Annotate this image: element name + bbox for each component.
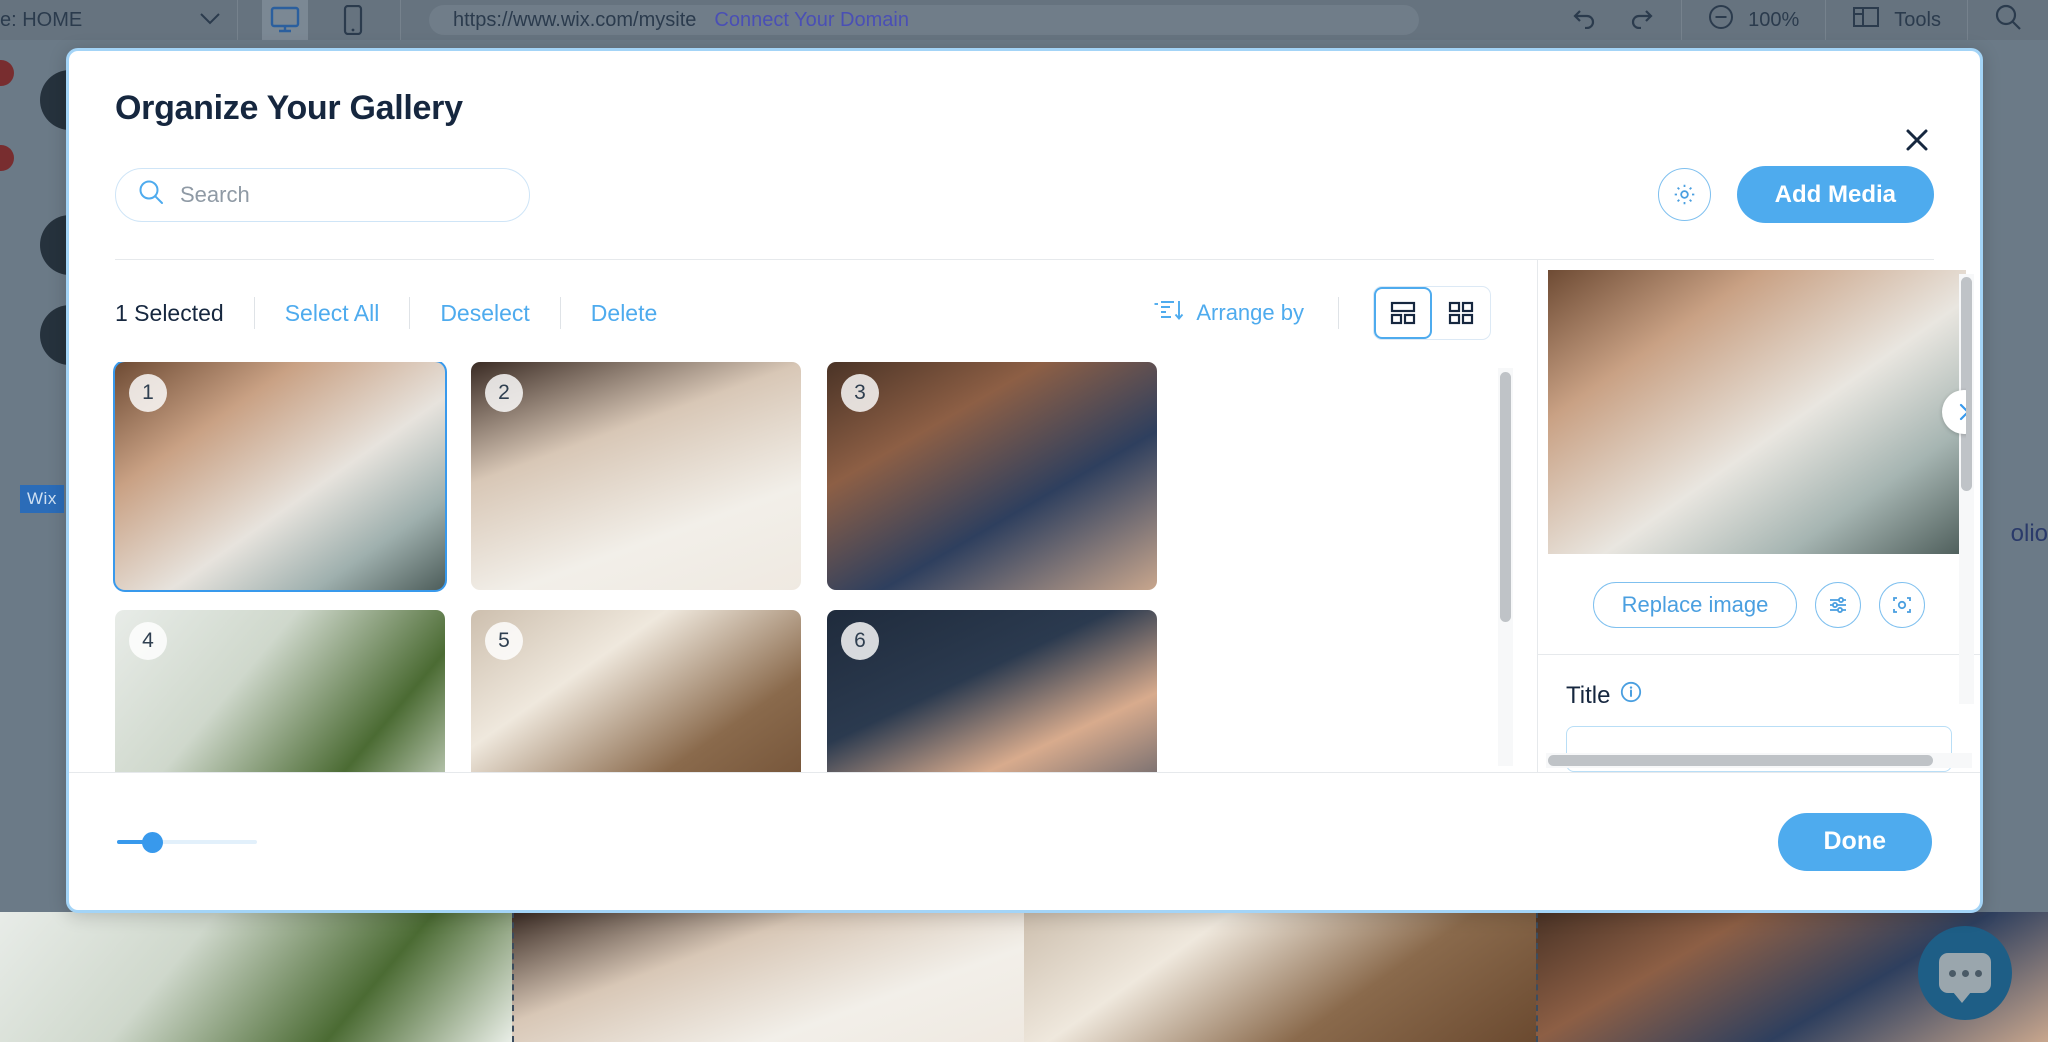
arrange-by-label: Arrange by (1196, 300, 1304, 325)
image-preview (1548, 270, 1966, 554)
gallery-scrollbar[interactable] (1498, 368, 1513, 766)
search-icon (1994, 3, 2022, 37)
layout-icon (1852, 5, 1880, 35)
gallery-item[interactable]: 6 (827, 610, 1157, 772)
gallery-grid: 12345678 (113, 362, 1537, 772)
page-fragment-right: olio (1976, 40, 2048, 1042)
strip-photo (1024, 912, 1536, 1042)
minus-circle-icon[interactable] (1708, 4, 1734, 36)
wix-badge: Wix (20, 485, 64, 513)
done-label: Done (1823, 827, 1887, 855)
gallery-item-number: 5 (485, 622, 523, 660)
page-selector[interactable]: e: HOME (0, 0, 238, 40)
chevron-down-icon (199, 12, 221, 29)
focal-point-icon[interactable] (1879, 582, 1926, 628)
gallery-toolbar: 1 Selected Select All Deselect Delete Ar… (69, 260, 1537, 362)
arrange-by-button[interactable]: Arrange by (1154, 297, 1304, 329)
divider (1338, 297, 1339, 329)
gallery-item[interactable]: 4 (115, 610, 445, 772)
device-switcher (238, 0, 401, 40)
gallery-item[interactable]: 5 (471, 610, 801, 772)
gallery-item-number: 3 (841, 374, 879, 412)
editor-search-button[interactable] (1968, 0, 2048, 40)
info-icon[interactable] (1620, 681, 1642, 710)
replace-image-label: Replace image (1621, 592, 1769, 617)
gallery-item[interactable]: 1 (113, 362, 447, 592)
title-label: Title (1566, 681, 1611, 709)
chevron-right-icon[interactable] (1942, 390, 1966, 434)
page-photo-strip (0, 912, 2048, 1042)
gallery-item-number: 1 (129, 374, 167, 412)
zoom-level: 100% (1748, 8, 1800, 31)
sort-descending-icon (1154, 297, 1184, 329)
search-icon (138, 179, 164, 210)
gallery-grid-scroll[interactable]: 12345678 (69, 362, 1537, 772)
add-media-button[interactable]: Add Media (1736, 166, 1934, 223)
panel-horizontal-scrollbar[interactable] (1546, 753, 1972, 768)
select-all-button[interactable]: Select All (255, 300, 410, 327)
strip-photo (512, 912, 1024, 1042)
url-pill[interactable]: https://www.wix.com/mysite Connect Your … (429, 5, 1419, 35)
modal-footer: Done (69, 772, 1980, 910)
add-media-label: Add Media (1774, 180, 1896, 208)
page-fragment-left: Wix (0, 40, 72, 1042)
editor-toolbar: e: HOME https://www.wix.com/mysite Conne… (0, 0, 2048, 40)
view-mode-toggle (1373, 286, 1491, 340)
sliders-icon[interactable] (1815, 582, 1862, 628)
modal-body: 1 Selected Select All Deselect Delete Ar… (69, 260, 1980, 772)
scrollbar-thumb[interactable] (1548, 755, 1933, 766)
gallery-item[interactable]: 3 (827, 362, 1157, 590)
gallery-item-number: 4 (129, 622, 167, 660)
header-actions: Add Media (1657, 166, 1934, 223)
page-selector-label: e: HOME (0, 8, 83, 31)
thumbnail-size-slider[interactable] (117, 831, 257, 853)
search-input[interactable]: Search (115, 167, 530, 222)
deselect-button[interactable]: Deselect (410, 300, 559, 327)
selected-count: 1 Selected (115, 299, 224, 326)
gallery-item[interactable]: 2 (471, 362, 801, 590)
redo-icon[interactable] (1627, 5, 1655, 35)
close-icon[interactable] (1900, 123, 1934, 157)
delete-button[interactable]: Delete (561, 300, 687, 327)
done-button[interactable]: Done (1777, 812, 1932, 871)
selection-controls: 1 Selected Select All Deselect Delete (115, 297, 687, 329)
organize-gallery-modal: Organize Your Gallery Search Add Media 1… (66, 48, 1983, 913)
undo-icon[interactable] (1571, 5, 1599, 35)
zoom-controls: 100% (1682, 0, 1827, 40)
image-actions: Replace image (1538, 554, 1980, 655)
desktop-icon[interactable] (262, 0, 308, 40)
modal-header-row: Search Add Media (115, 166, 1934, 259)
page-title: Organize Your Gallery (115, 89, 463, 127)
tools-label: Tools (1894, 8, 1941, 31)
gallery-item-number: 2 (485, 374, 523, 412)
arrange-controls: Arrange by (1154, 286, 1491, 340)
image-settings-panel: Replace image Title (1537, 260, 1980, 772)
gallery-item-number: 6 (841, 622, 879, 660)
search-placeholder: Search (180, 181, 250, 207)
tools-button[interactable]: Tools (1826, 0, 1968, 40)
modal-header: Organize Your Gallery Search Add Media (69, 51, 1980, 260)
strip-photo (0, 912, 512, 1042)
portfolio-label-fragment: olio (2010, 520, 2048, 547)
connect-domain-link[interactable]: Connect Your Domain (714, 9, 909, 32)
gear-icon[interactable] (1657, 168, 1711, 221)
site-url: https://www.wix.com/mysite (453, 8, 697, 31)
scrollbar-thumb[interactable] (1961, 277, 1972, 491)
scrollbar-thumb[interactable] (1500, 372, 1511, 622)
history-controls (1545, 0, 1683, 40)
replace-image-button[interactable]: Replace image (1592, 582, 1798, 628)
mobile-icon[interactable] (330, 0, 376, 40)
title-label-row: Title (1566, 681, 1952, 710)
view-mode-grid[interactable] (1432, 287, 1490, 339)
site-url-bar: https://www.wix.com/mysite Connect Your … (401, 0, 1545, 40)
gallery-pane: 1 Selected Select All Deselect Delete Ar… (69, 260, 1537, 772)
chat-bubble-icon[interactable] (1918, 926, 2012, 1020)
view-mode-list[interactable] (1374, 287, 1432, 339)
slider-knob[interactable] (142, 831, 163, 853)
panel-vertical-scrollbar[interactable] (1959, 274, 1974, 704)
